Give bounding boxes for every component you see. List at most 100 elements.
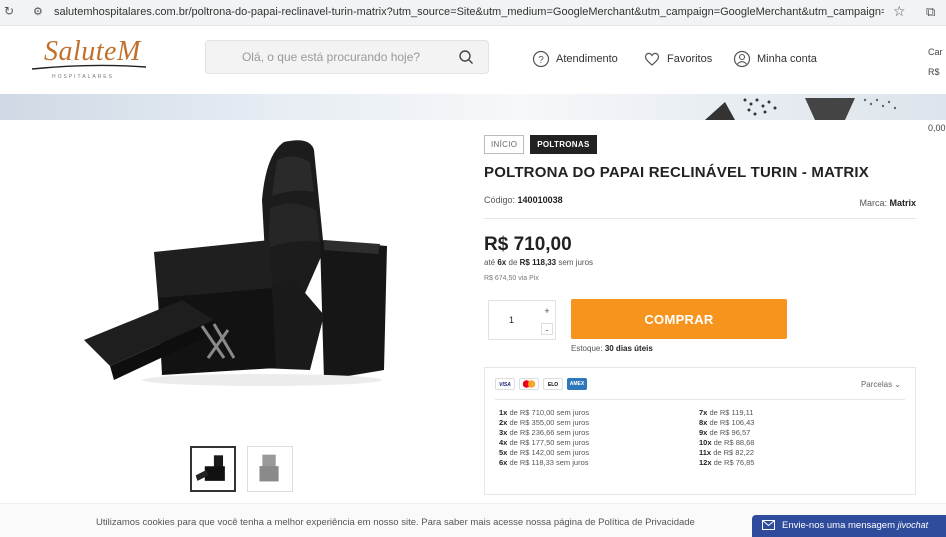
product-brand-label: Marca:	[859, 198, 887, 208]
url-text[interactable]: salutemhospitalares.com.br/poltrona-do-p…	[54, 6, 884, 18]
thumbnail-gray-chair[interactable]	[247, 446, 293, 492]
divider	[495, 399, 905, 400]
site-logo[interactable]: SaluteM HOSPITALARES	[30, 34, 160, 84]
nav-minha-conta[interactable]: Minha conta	[733, 50, 817, 68]
promo-banner[interactable]	[0, 94, 946, 120]
installments-panel: VISA ELO AMEX Parcelas ⌄ 1x de R$ 710,00…	[484, 367, 916, 495]
bookmark-star-icon[interactable]: ☆	[893, 3, 906, 20]
amex-card-icon: AMEX	[567, 378, 587, 390]
search-input[interactable]	[216, 41, 446, 73]
installment-count: 6x	[497, 258, 507, 267]
nav-favoritos[interactable]: Favoritos	[643, 50, 712, 68]
installment-row: 6x de R$ 118,33 sem juros	[499, 458, 589, 468]
chat-label: Envie-nos uma mensagem	[782, 520, 895, 531]
visa-card-icon: VISA	[495, 378, 515, 390]
installment-row: 2x de R$ 355,00 sem juros	[499, 418, 589, 428]
installment-n: 12x	[699, 458, 712, 467]
cart-label: Car	[928, 47, 943, 57]
installment-text: de R$ 76,85	[713, 458, 755, 467]
installment-n: 9x	[699, 428, 708, 437]
installment-n: 7x	[699, 408, 708, 417]
user-icon	[733, 50, 751, 68]
search-box	[205, 40, 489, 74]
svg-text:?: ?	[538, 55, 544, 66]
chat-brand: jivochat	[897, 520, 929, 530]
heart-icon	[644, 52, 660, 66]
browser-address-bar: ↻ ⚙ salutemhospitalares.com.br/poltrona-…	[0, 0, 946, 26]
product-code-value: 140010038	[517, 195, 563, 205]
chat-widget-button[interactable]: Envie-nos uma mensagem jivochat	[752, 515, 946, 537]
stock-info: Estoque: 30 dias úteis	[571, 344, 653, 353]
reload-icon[interactable]: ↻	[4, 4, 14, 18]
parcelas-label: Parcelas	[860, 380, 893, 389]
installment-row: 1x de R$ 710,00 sem juros	[499, 408, 589, 418]
payment-cards: VISA ELO AMEX	[495, 378, 587, 390]
quantity-decrease-button[interactable]: -	[541, 323, 553, 335]
installment-text: de R$ 96,57	[709, 428, 751, 437]
installment-text: de R$ 82,22	[713, 448, 755, 457]
mastercard-circles	[522, 380, 536, 388]
logo-swoosh-icon	[31, 64, 147, 70]
installment-suffix: sem juros	[558, 258, 594, 267]
chat-label-wrap: Envie-nos uma mensagem jivochat	[782, 520, 928, 531]
installments-list-left: 1x de R$ 710,00 sem juros 2x de R$ 355,0…	[499, 408, 589, 468]
installment-row: 5x de R$ 142,00 sem juros	[499, 448, 589, 458]
product-title: POLTRONA DO PAPAI RECLINÁVEL TURIN - MAT…	[484, 164, 869, 181]
cart-summary[interactable]: Car R$	[928, 42, 943, 82]
installment-prefix: até	[484, 258, 496, 267]
installment-text: de R$ 236,66 sem juros	[509, 428, 590, 437]
installment-text: de R$ 710,00 sem juros	[509, 408, 590, 417]
mastercard-icon	[519, 378, 539, 390]
divider	[484, 218, 916, 219]
installment-row: 3x de R$ 236,66 sem juros	[499, 428, 589, 438]
installment-row: 7x de R$ 119,11	[699, 408, 754, 418]
chevron-down-icon: ⌄	[894, 380, 901, 389]
site-header: SaluteM HOSPITALARES ? Atendimento Favor…	[0, 26, 946, 94]
quantity-value[interactable]: 1	[509, 315, 514, 325]
pix-price: R$ 674,50 via Pix	[484, 275, 539, 282]
installment-row: 11x de R$ 82,22	[699, 448, 754, 458]
buy-button[interactable]: COMPRAR	[571, 299, 787, 339]
product-code: Código: 140010038	[484, 195, 563, 205]
search-icon[interactable]	[458, 49, 474, 65]
product-price: R$ 710,00	[484, 234, 572, 255]
installment-row: 9x de R$ 96,57	[699, 428, 754, 438]
site-info-icon[interactable]: ⚙	[33, 5, 43, 18]
installment-text: de R$ 106,43	[709, 418, 755, 427]
product-brand: Marca: Matrix	[859, 198, 916, 208]
installment-n: 8x	[699, 418, 708, 427]
breadcrumb-inicio[interactable]: INÍCIO	[484, 135, 525, 154]
product-main-image[interactable]	[62, 130, 392, 435]
elo-card-icon: ELO	[543, 378, 563, 390]
installment-row: 4x de R$ 177,50 sem juros	[499, 438, 589, 448]
installment-n: 2x	[499, 418, 508, 427]
quantity-increase-button[interactable]: +	[541, 305, 553, 317]
installment-value: R$ 118,33	[519, 258, 557, 267]
nav-atendimento-label: Atendimento	[556, 53, 618, 65]
thumbnail-image	[195, 455, 225, 481]
nav-atendimento[interactable]: ? Atendimento	[532, 50, 618, 68]
product-code-label: Código:	[484, 195, 516, 205]
installment-row: 8x de R$ 106,43	[699, 418, 754, 428]
installment-text: de R$ 177,50 sem juros	[509, 438, 590, 447]
cart-currency: R$	[928, 67, 940, 77]
installment-mid: de	[508, 258, 518, 267]
installment-row: 12x de R$ 76,85	[699, 458, 754, 468]
installment-n: 4x	[499, 438, 508, 447]
nav-favoritos-label: Favoritos	[667, 53, 713, 65]
extensions-icon[interactable]: ⧉	[926, 4, 935, 20]
breadcrumb-poltronas[interactable]: POLTRONAS	[530, 135, 597, 154]
quantity-stepper: 1 + -	[488, 300, 556, 340]
nav-minha-conta-label: Minha conta	[757, 53, 817, 65]
installment-text: de R$ 88,68	[713, 438, 755, 447]
cart-total-peek: 0,00	[928, 123, 946, 133]
stock-label: Estoque:	[571, 344, 603, 353]
parcelas-toggle[interactable]: Parcelas ⌄	[861, 380, 901, 389]
product-brand-value[interactable]: Matrix	[889, 198, 916, 208]
installment-n: 1x	[499, 408, 508, 417]
thumbnail-black-chair[interactable]	[190, 446, 236, 492]
installment-text: de R$ 118,33 sem juros	[509, 458, 589, 467]
stock-value: 30 dias úteis	[604, 344, 653, 353]
installment-info: até 6x de R$ 118,33 sem juros	[484, 258, 593, 267]
envelope-icon	[762, 520, 775, 530]
